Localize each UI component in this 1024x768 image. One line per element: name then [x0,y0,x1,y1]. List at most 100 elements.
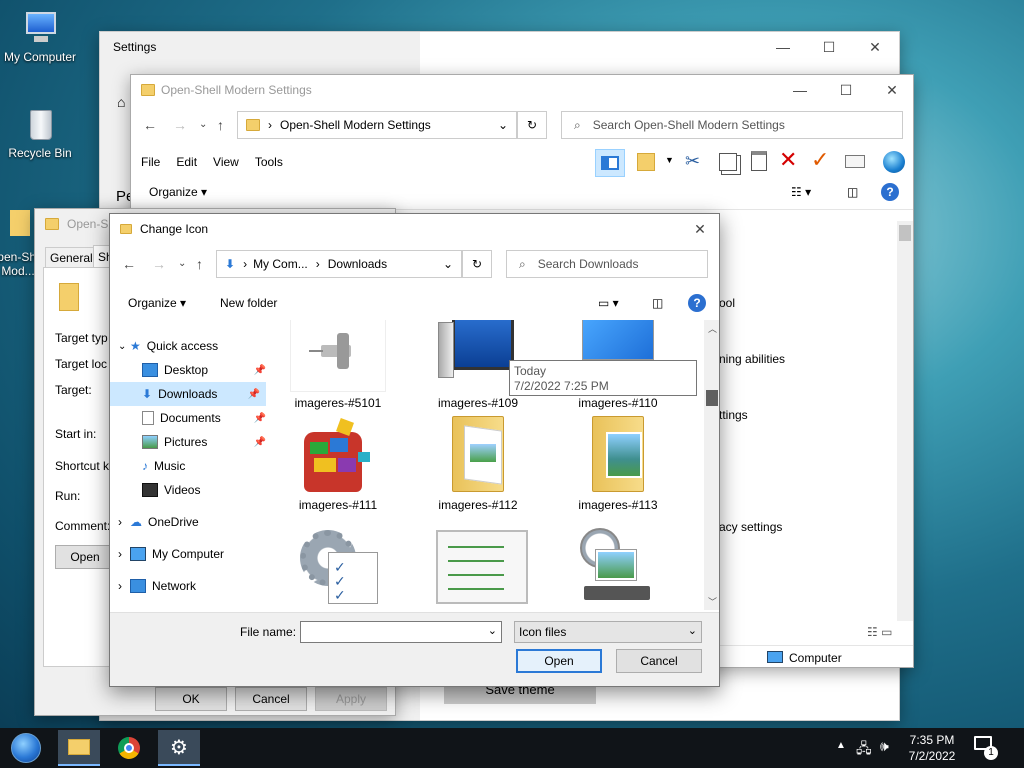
nav-quick-access[interactable]: ⌄ ★ Quick access [110,334,272,358]
chevron-down-icon[interactable]: ▼ [665,155,674,165]
close-button[interactable]: ✕ [852,32,898,62]
chevron-down-icon[interactable]: ⌄ [488,624,497,637]
file-item[interactable] [418,526,538,608]
maximize-button[interactable]: ☐ [806,32,852,62]
taskbar-file-explorer[interactable] [58,730,100,766]
list-item[interactable]: ning abilities [719,331,785,387]
new-folder-button[interactable]: New folder [220,296,277,310]
recent-dropdown-icon[interactable]: ⌄ [199,119,207,130]
help-icon[interactable]: ? [688,294,706,312]
file-item[interactable]: imageres-#112 [418,416,538,512]
nav-onedrive[interactable]: › ☁ OneDrive [110,510,272,534]
breadcrumb-my-computer[interactable]: My Com... [253,257,308,271]
dialog-address-bar[interactable]: ⬇ › My Com... › Downloads ⌄ [216,250,462,278]
home-icon[interactable]: ⌂ [117,94,125,110]
ok-button[interactable]: OK [155,687,227,711]
nav-pictures[interactable]: Pictures 📌 [110,430,272,454]
organize-menu[interactable]: Organize ▾ [128,296,186,310]
details-pane-icon[interactable]: ◫ [847,185,858,199]
desktop-icon-my-computer[interactable]: My Computer [0,10,80,64]
chevron-down-icon[interactable]: ⌄ [443,257,453,271]
nav-music[interactable]: ♪ Music [110,454,272,478]
filename-input[interactable]: ⌄ [300,621,502,643]
delete-icon[interactable]: ✕ [779,147,797,173]
file-item[interactable]: imageres-#113 [558,416,678,512]
pin-icon[interactable]: 📌 [254,365,266,376]
tab-general[interactable]: General [45,247,98,268]
nav-documents[interactable]: Documents 📌 [110,406,272,430]
volume-icon[interactable]: 🕪 [880,738,889,755]
back-button[interactable]: ← [143,117,157,133]
properties-folder-icon[interactable] [637,153,655,171]
menu-edit[interactable]: Edit [176,155,197,169]
back-button[interactable]: ← [122,256,136,272]
action-center-button[interactable]: 1 [974,736,998,760]
nav-network[interactable]: › Network [110,574,272,598]
copy-icon[interactable] [719,153,737,171]
maximize-button[interactable]: ☐ [823,75,869,105]
file-item[interactable]: imageres-#5101 [278,320,398,410]
file-item[interactable] [558,526,678,608]
refresh-button[interactable]: ↻ [517,111,547,139]
cancel-button[interactable]: Cancel [616,649,702,673]
view-details-icon[interactable]: ☷ ▭ [867,625,892,639]
scroll-thumb[interactable] [706,390,718,406]
explorer-address-bar[interactable]: › Open-Shell Modern Settings ⌄ [237,111,517,139]
organize-menu[interactable]: Organize ▾ [149,185,207,199]
up-button[interactable]: ↑ [196,256,203,272]
network-tray-icon[interactable]: 🖧 [856,738,872,762]
pin-icon[interactable]: 📌 [254,413,266,424]
close-button[interactable]: ✕ [680,214,719,244]
taskbar-chrome[interactable] [108,730,150,766]
paste-icon[interactable] [751,151,767,171]
menu-view[interactable]: View [213,155,239,169]
recent-dropdown-icon[interactable]: ⌄ [178,258,186,269]
forward-button[interactable]: → [173,117,187,133]
cancel-button[interactable]: Cancel [235,687,307,711]
nav-desktop[interactable]: Desktop 📌 [110,358,272,382]
explorer-search-box[interactable]: ⌕ Search Open-Shell Modern Settings [561,111,903,139]
open-file-location-button[interactable]: Open [55,545,115,569]
desktop-icon-recycle-bin[interactable]: Recycle Bin [0,106,80,160]
clock[interactable]: 7:35 PM 7/2/2022 [902,732,962,764]
view-options-icon[interactable]: ☷ ▾ [791,185,811,199]
open-button[interactable]: Open [516,649,602,673]
minimize-button[interactable]: — [777,75,823,105]
pin-icon[interactable]: 📌 [254,437,266,448]
list-item[interactable]: ttings [719,387,785,443]
rename-icon[interactable] [845,155,865,168]
up-button[interactable]: ↑ [217,117,224,133]
apply-button[interactable]: Apply [315,687,387,711]
scroll-down-arrow[interactable]: ﹀ [708,595,717,608]
dialog-search-box[interactable]: ⌕ Search Downloads [506,250,708,278]
globe-icon[interactable] [883,151,905,173]
help-icon[interactable]: ? [881,183,899,201]
file-item[interactable]: ✓ ✓ ✓ [278,526,398,608]
preview-pane-icon[interactable] [595,149,625,177]
explorer-scrollbar[interactable] [897,221,913,621]
details-pane-icon[interactable]: ◫ [652,296,663,310]
filetype-select[interactable]: Icon files ⌄ [514,621,702,643]
menu-tools[interactable]: Tools [255,155,283,169]
chevron-down-icon[interactable]: ⌄ [498,118,508,132]
breadcrumb-downloads[interactable]: Downloads [328,257,387,271]
file-area-scrollbar[interactable]: ︿ ﹀ [704,320,719,610]
check-icon[interactable]: ✓ [811,147,829,173]
pin-icon[interactable]: 📌 [248,389,260,400]
refresh-button[interactable]: ↻ [462,250,492,278]
cut-icon[interactable]: ✂ [685,151,700,172]
close-button[interactable]: ✕ [869,75,913,105]
nav-downloads[interactable]: ⬇ Downloads 📌 [110,382,266,406]
menu-file[interactable]: File [141,155,160,169]
start-button[interactable] [6,732,46,764]
file-item[interactable]: imageres-#111 [278,416,398,512]
scroll-up-arrow[interactable]: ︿ [708,322,717,335]
list-item[interactable]: acy settings [719,499,785,555]
view-options-icon[interactable]: ▭ ▾ [598,296,619,310]
nav-my-computer[interactable]: › My Computer [110,542,272,566]
nav-videos[interactable]: Videos [110,478,272,502]
list-item[interactable]: ool [719,275,785,331]
minimize-button[interactable]: — [760,32,806,62]
forward-button[interactable]: → [152,256,166,272]
show-hidden-icons[interactable]: ▲ [836,740,846,751]
